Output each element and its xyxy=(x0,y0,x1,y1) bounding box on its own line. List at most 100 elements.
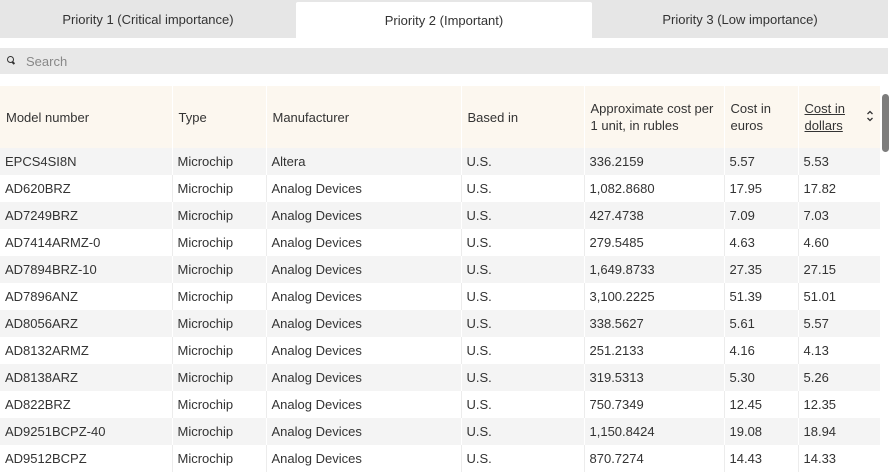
cell-cost-dollars: 12.35 xyxy=(798,391,880,418)
tab-priority-2[interactable]: Priority 2 (Important) xyxy=(296,2,592,38)
cell-based-in: U.S. xyxy=(461,148,585,175)
scrollbar-thumb[interactable] xyxy=(882,94,889,152)
cell-cost-dollars: 14.33 xyxy=(798,445,880,472)
table-row[interactable]: AD620BRZ Microchip Analog Devices U.S. 1,082… xyxy=(0,175,880,202)
cell-based-in: U.S. xyxy=(461,418,585,445)
cell-cost-rubles: 1,649.8733 xyxy=(584,256,725,283)
cell-cost-rubles: 251.2133 xyxy=(584,337,725,364)
cell-type: Microchip xyxy=(172,310,267,337)
cell-type: Microchip xyxy=(172,148,267,175)
table-row[interactable]: AD8132ARMZ Microchip Analog Devices U.S. 251… xyxy=(0,337,880,364)
cell-cost-dollars: 4.13 xyxy=(798,337,880,364)
cell-manufacturer: Analog Devices xyxy=(266,418,462,445)
vertical-scrollbar[interactable] xyxy=(880,86,892,476)
cell-manufacturer: Analog Devices xyxy=(266,175,462,202)
cell-cost-euros: 4.16 xyxy=(724,337,799,364)
cell-type: Microchip xyxy=(172,337,267,364)
cell-cost-dollars: 27.15 xyxy=(798,256,880,283)
cell-model-number: AD7896ANZ xyxy=(0,283,173,310)
cell-cost-euros: 7.09 xyxy=(724,202,799,229)
cell-cost-rubles: 870.7274 xyxy=(584,445,725,472)
cell-cost-dollars: 17.82 xyxy=(798,175,880,202)
table-row[interactable]: AD8138ARZ Microchip Analog Devices U.S. 319.… xyxy=(0,364,880,391)
table-row[interactable]: AD7896ANZ Microchip Analog Devices U.S. 3,10… xyxy=(0,283,880,310)
cell-model-number: EPCS4SI8N xyxy=(0,148,173,175)
cell-cost-rubles: 1,082.8680 xyxy=(584,175,725,202)
sort-toggle-icon[interactable] xyxy=(866,108,874,124)
cell-cost-rubles: 279.5485 xyxy=(584,229,725,256)
cell-cost-dollars: 51.01 xyxy=(798,283,880,310)
cell-model-number: AD8056ARZ xyxy=(0,310,173,337)
cell-cost-euros: 14.43 xyxy=(724,445,799,472)
cell-model-number: AD822BRZ xyxy=(0,391,173,418)
table-row[interactable]: AD7414ARMZ-0 Microchip Analog Devices U.S. 2… xyxy=(0,229,880,256)
cell-model-number: AD8138ARZ xyxy=(0,364,173,391)
cell-model-number: AD620BRZ xyxy=(0,175,173,202)
cell-cost-euros: 27.35 xyxy=(724,256,799,283)
column-header-manufacturer[interactable]: Manufacturer xyxy=(266,86,462,148)
cell-cost-euros: 19.08 xyxy=(724,418,799,445)
cell-type: Microchip xyxy=(172,256,267,283)
search-bar xyxy=(0,48,888,74)
table-row[interactable]: AD9251BCPZ-40 Microchip Analog Devices U.S.… xyxy=(0,418,880,445)
search-input[interactable] xyxy=(24,48,888,74)
column-header-cost-rubles[interactable]: Approximate cost per 1 unit, in rubles xyxy=(584,86,725,148)
cell-cost-rubles: 319.5313 xyxy=(584,364,725,391)
spacer xyxy=(0,38,888,48)
cell-manufacturer: Analog Devices xyxy=(266,256,462,283)
table-row[interactable]: EPCS4SI8N Microchip Altera U.S. 336.2159 5.57… xyxy=(0,148,880,175)
cell-cost-rubles: 1,150.8424 xyxy=(584,418,725,445)
table-row[interactable]: AD822BRZ Microchip Analog Devices U.S. 750.7… xyxy=(0,391,880,418)
cell-cost-euros: 17.95 xyxy=(724,175,799,202)
cell-type: Microchip xyxy=(172,418,267,445)
cell-cost-euros: 5.61 xyxy=(724,310,799,337)
column-header-type[interactable]: Type xyxy=(172,86,267,148)
column-header-cost-dollars-label: Cost in dollars xyxy=(804,101,845,133)
column-header-cost-euros[interactable]: Cost in euros xyxy=(724,86,799,148)
cell-manufacturer: Analog Devices xyxy=(266,310,462,337)
parts-table: Model number Type Manufacturer Based in … xyxy=(0,86,880,476)
table-row[interactable]: AD7894BRZ-10 Microchip Analog Devices U.S. 1… xyxy=(0,256,880,283)
cell-model-number: AD7249BRZ xyxy=(0,202,173,229)
cell-manufacturer: Analog Devices xyxy=(266,391,462,418)
cell-cost-euros: 12.45 xyxy=(724,391,799,418)
cell-based-in: U.S. xyxy=(461,310,585,337)
cell-type: Microchip xyxy=(172,283,267,310)
cell-manufacturer: Analog Devices xyxy=(266,229,462,256)
cell-type: Microchip xyxy=(172,229,267,256)
cell-based-in: U.S. xyxy=(461,337,585,364)
cell-cost-rubles: 338.5627 xyxy=(584,310,725,337)
cell-manufacturer: Analog Devices xyxy=(266,202,462,229)
table-row[interactable]: AD7249BRZ Microchip Analog Devices U.S. 427.… xyxy=(0,202,880,229)
cell-cost-euros: 4.63 xyxy=(724,229,799,256)
cell-based-in: U.S. xyxy=(461,175,585,202)
cell-model-number: AD8132ARMZ xyxy=(0,337,173,364)
cell-cost-dollars: 18.94 xyxy=(798,418,880,445)
cell-model-number: AD7894BRZ-10 xyxy=(0,256,173,283)
cell-manufacturer: Analog Devices xyxy=(266,364,462,391)
tab-priority-1[interactable]: Priority 1 (Critical importance) xyxy=(0,0,296,38)
cell-based-in: U.S. xyxy=(461,202,585,229)
cell-cost-dollars: 4.60 xyxy=(798,229,880,256)
cell-cost-rubles: 336.2159 xyxy=(584,148,725,175)
cell-manufacturer: Analog Devices xyxy=(266,283,462,310)
table-row[interactable]: AD9512BCPZ Microchip Analog Devices U.S. 870… xyxy=(0,445,880,472)
cell-manufacturer: Altera xyxy=(266,148,462,175)
tab-priority-3[interactable]: Priority 3 (Low importance) xyxy=(592,0,888,38)
cell-based-in: U.S. xyxy=(461,229,585,256)
cell-based-in: U.S. xyxy=(461,283,585,310)
cell-based-in: U.S. xyxy=(461,364,585,391)
table-row[interactable]: AD8056ARZ Microchip Analog Devices U.S. 338.… xyxy=(0,310,880,337)
column-header-based-in[interactable]: Based in xyxy=(461,86,585,148)
search-icon xyxy=(0,48,26,74)
cell-type: Microchip xyxy=(172,445,267,472)
column-header-model-number[interactable]: Model number xyxy=(0,86,173,148)
column-header-cost-dollars[interactable]: Cost in dollars xyxy=(798,86,880,148)
cell-type: Microchip xyxy=(172,391,267,418)
cell-type: Microchip xyxy=(172,202,267,229)
cell-model-number: AD9512BCPZ xyxy=(0,445,173,472)
cell-type: Microchip xyxy=(172,364,267,391)
table-header-row: Model number Type Manufacturer Based in … xyxy=(0,86,880,148)
cell-manufacturer: Analog Devices xyxy=(266,445,462,472)
cell-model-number: AD9251BCPZ-40 xyxy=(0,418,173,445)
